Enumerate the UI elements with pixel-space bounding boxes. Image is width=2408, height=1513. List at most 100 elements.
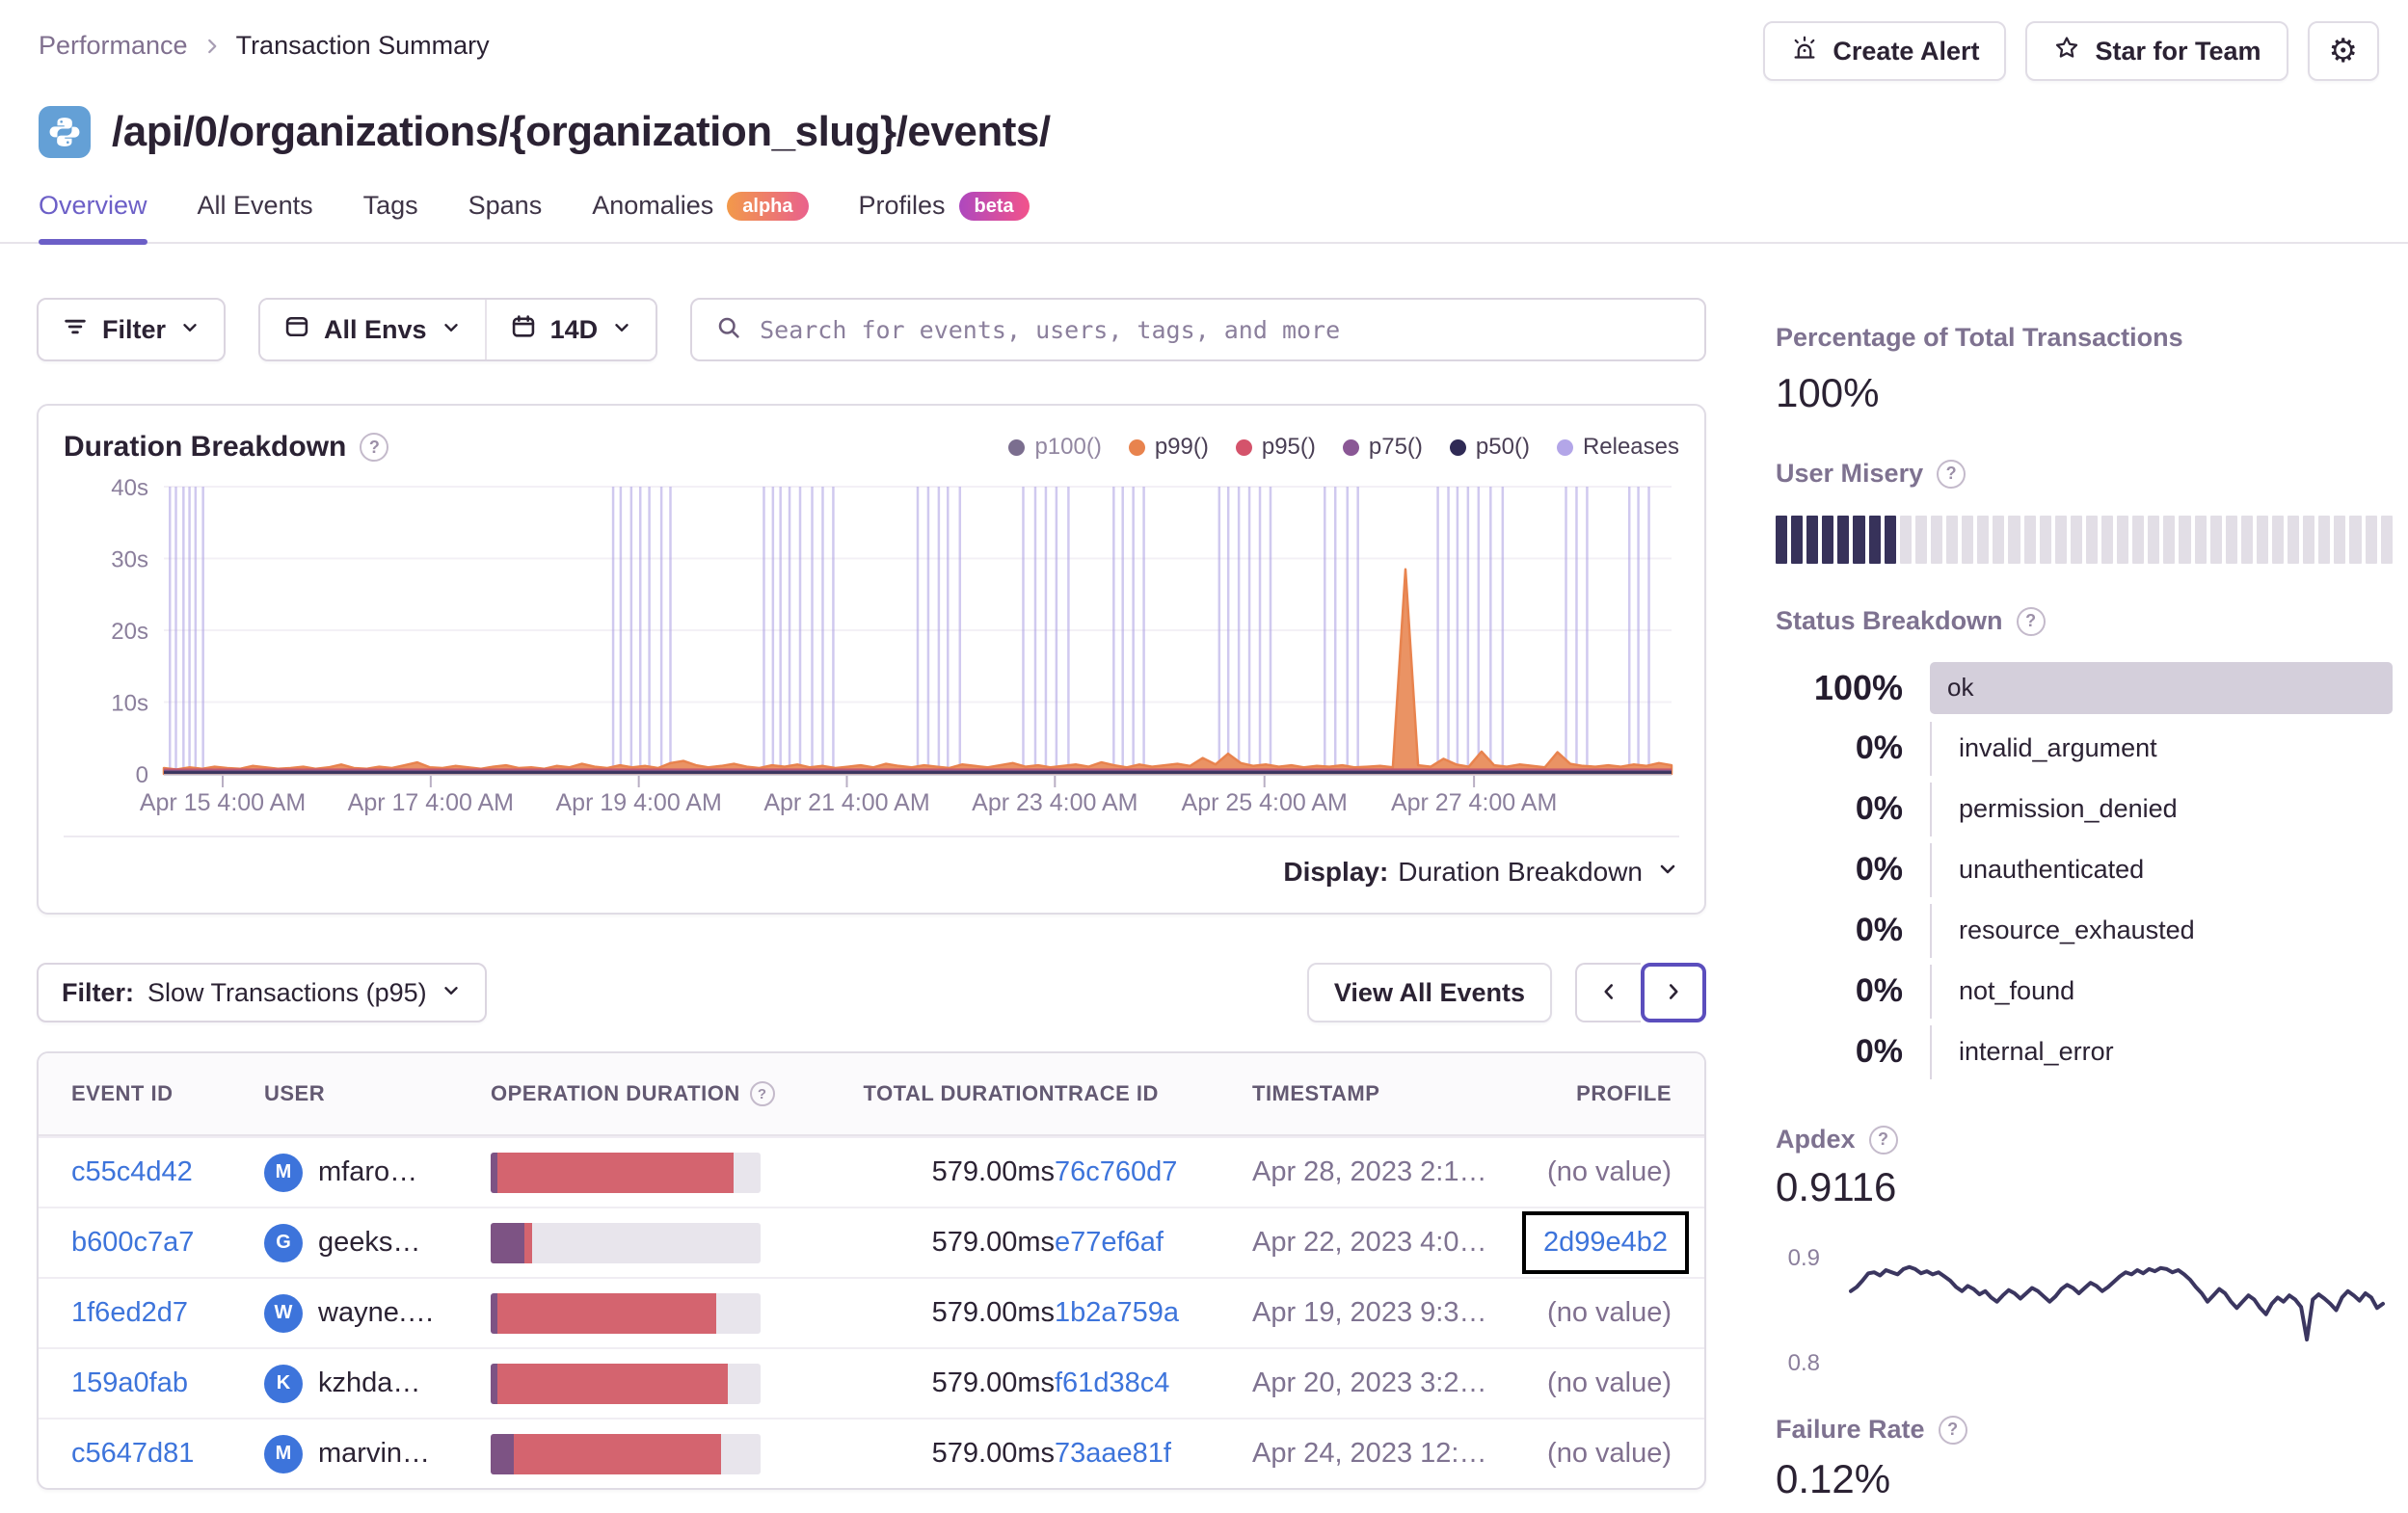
user-name: marvin… bbox=[318, 1438, 431, 1469]
legend-item-p75[interactable]: p75() bbox=[1342, 434, 1423, 461]
display-row: Display: Duration Breakdown bbox=[64, 836, 1679, 888]
legend-dot bbox=[1128, 438, 1145, 456]
misery-segment bbox=[2272, 516, 2285, 564]
next-page-button[interactable] bbox=[1641, 963, 1706, 1022]
status-breakdown-label: Status Breakdown bbox=[1776, 606, 2003, 635]
previous-page-button[interactable] bbox=[1575, 963, 1641, 1022]
trace-id-link[interactable]: f61d38c4 bbox=[1055, 1367, 1169, 1399]
event-id-link[interactable]: c55c4d42 bbox=[71, 1156, 193, 1188]
legend-item-p99[interactable]: p99() bbox=[1128, 434, 1209, 461]
column-header-timestamp: Timestamp bbox=[1252, 1081, 1380, 1105]
misery-segment bbox=[1822, 516, 1834, 564]
date-range-selector[interactable]: 14D bbox=[486, 300, 656, 359]
tab-tags[interactable]: Tags bbox=[363, 191, 418, 242]
events-table: Event ID User Operation Duration Total D… bbox=[37, 1051, 1706, 1490]
environment-label: All Envs bbox=[324, 314, 427, 344]
legend-dot bbox=[1556, 438, 1573, 456]
column-header-trace-id: Trace ID bbox=[1055, 1081, 1159, 1105]
python-platform-icon bbox=[39, 106, 91, 158]
trace-id-link[interactable]: 76c760d7 bbox=[1055, 1156, 1177, 1188]
event-id-link[interactable]: 159a0fab bbox=[71, 1367, 188, 1399]
user-name: kzhda… bbox=[318, 1367, 421, 1398]
legend-item-p95[interactable]: p95() bbox=[1235, 434, 1316, 461]
trace-id-link[interactable]: 73aae81f bbox=[1055, 1438, 1171, 1470]
duration-segment-red bbox=[497, 1152, 734, 1193]
duration-breakdown-chart: 0 10s 20s 30s 40s Apr 15 4:00 AM Apr 17 4:00 A… bbox=[111, 475, 1673, 816]
toolbar-right: View All Events bbox=[1306, 963, 1706, 1022]
event-id-link[interactable]: c5647d81 bbox=[71, 1438, 194, 1470]
misery-segment bbox=[2349, 516, 2362, 564]
legend-dot bbox=[1342, 438, 1359, 456]
status-percent: 0% bbox=[1855, 730, 1903, 766]
column-header-profile: Profile bbox=[1576, 1081, 1672, 1105]
timestamp: Apr 28, 2023 2:1… bbox=[1252, 1156, 1487, 1187]
operation-duration-bar bbox=[491, 1433, 761, 1474]
timestamp: Apr 24, 2023 12:… bbox=[1252, 1438, 1487, 1469]
legend-item-releases[interactable]: Releases bbox=[1556, 434, 1679, 461]
legend-item-p100[interactable]: p100() bbox=[1008, 434, 1102, 461]
profile-link[interactable]: 2d99e4b2 bbox=[1543, 1227, 1668, 1259]
column-header-user: User bbox=[264, 1081, 326, 1105]
help-icon[interactable] bbox=[1868, 1125, 1898, 1155]
total-transactions-section: Percentage of Total Transactions 100% bbox=[1776, 323, 2393, 416]
tab-overview-label: Overview bbox=[39, 191, 147, 220]
transactions-filter-selector[interactable]: Filter: Slow Transactions (p95) bbox=[37, 963, 487, 1022]
search-input[interactable] bbox=[760, 315, 1681, 344]
trace-id-link[interactable]: e77ef6af bbox=[1055, 1227, 1164, 1259]
tab-overview[interactable]: Overview bbox=[39, 191, 147, 245]
table-row: 1f6ed2d7 Wwayne.… 579.00ms 1b2a759a Apr … bbox=[39, 1277, 1704, 1347]
misery-segment bbox=[1977, 516, 1990, 564]
total-transactions-value: 100% bbox=[1776, 370, 1880, 415]
gear-icon: ⚙ bbox=[2328, 33, 2358, 69]
siren-icon bbox=[1790, 34, 1819, 69]
help-icon[interactable] bbox=[749, 1081, 775, 1106]
misery-segment bbox=[1962, 516, 1974, 564]
event-id-link[interactable]: b600c7a7 bbox=[71, 1227, 194, 1259]
apdex-trend-chart: 0.9 0.8 bbox=[1788, 1245, 2385, 1376]
misery-segment bbox=[2085, 516, 2098, 564]
misery-segment bbox=[2303, 516, 2315, 564]
duration-segment-red bbox=[497, 1292, 716, 1334]
create-alert-label: Create Alert bbox=[1833, 36, 1980, 66]
breadcrumb-performance[interactable]: Performance bbox=[39, 31, 188, 61]
help-icon[interactable] bbox=[2016, 606, 2046, 636]
misery-segment bbox=[2334, 516, 2346, 564]
chevron-down-icon bbox=[441, 978, 462, 1008]
calendar-icon bbox=[510, 313, 537, 347]
create-alert-button[interactable]: Create Alert bbox=[1763, 21, 2007, 81]
misery-segment bbox=[1946, 516, 1959, 564]
help-icon[interactable] bbox=[1937, 459, 1967, 489]
misery-segment bbox=[2209, 516, 2222, 564]
legend-item-p50[interactable]: p50() bbox=[1449, 434, 1530, 461]
view-all-events-button[interactable]: View All Events bbox=[1306, 963, 1552, 1022]
filter-button[interactable]: Filter bbox=[37, 298, 227, 361]
misery-segment bbox=[2054, 516, 2067, 564]
operation-duration-bar bbox=[491, 1363, 761, 1404]
failure-rate-heading: Failure Rate bbox=[1776, 1415, 2393, 1445]
tab-profiles[interactable]: Profiles beta bbox=[859, 191, 1030, 242]
environment-selector[interactable]: All Envs bbox=[260, 300, 485, 359]
breadcrumb: Performance Transaction Summary bbox=[39, 31, 490, 61]
help-icon[interactable] bbox=[360, 433, 389, 462]
events-toolbar: Filter: Slow Transactions (p95) View All… bbox=[37, 963, 1706, 1022]
help-icon[interactable] bbox=[1938, 1415, 1967, 1445]
event-id-link[interactable]: 1f6ed2d7 bbox=[71, 1297, 188, 1329]
filter-row: Filter All Envs 14D Search for events, u… bbox=[37, 298, 1706, 361]
misery-segment bbox=[2240, 516, 2253, 564]
status-label: invalid_argument bbox=[1930, 721, 2393, 776]
duration-segment-red bbox=[524, 1222, 533, 1263]
misery-segment bbox=[2288, 516, 2300, 564]
tab-all-events[interactable]: All Events bbox=[198, 191, 313, 242]
svg-text:Apr 19 4:00 AM: Apr 19 4:00 AM bbox=[555, 789, 721, 816]
trace-id-link[interactable]: 1b2a759a bbox=[1055, 1297, 1179, 1329]
tab-spans[interactable]: Spans bbox=[468, 191, 543, 242]
display-selector[interactable]: Duration Breakdown bbox=[1398, 857, 1679, 888]
star-for-team-button[interactable]: Star for Team bbox=[2025, 21, 2288, 81]
tab-spans-label: Spans bbox=[468, 191, 543, 220]
tab-anomalies[interactable]: Anomalies alpha bbox=[592, 191, 809, 242]
settings-button[interactable]: ⚙ bbox=[2307, 21, 2379, 81]
profile-value: (no value) bbox=[1547, 1438, 1672, 1469]
chevron-down-icon bbox=[1656, 857, 1679, 888]
svg-text:0: 0 bbox=[136, 762, 148, 788]
user-misery-score-bar bbox=[1776, 516, 2393, 564]
